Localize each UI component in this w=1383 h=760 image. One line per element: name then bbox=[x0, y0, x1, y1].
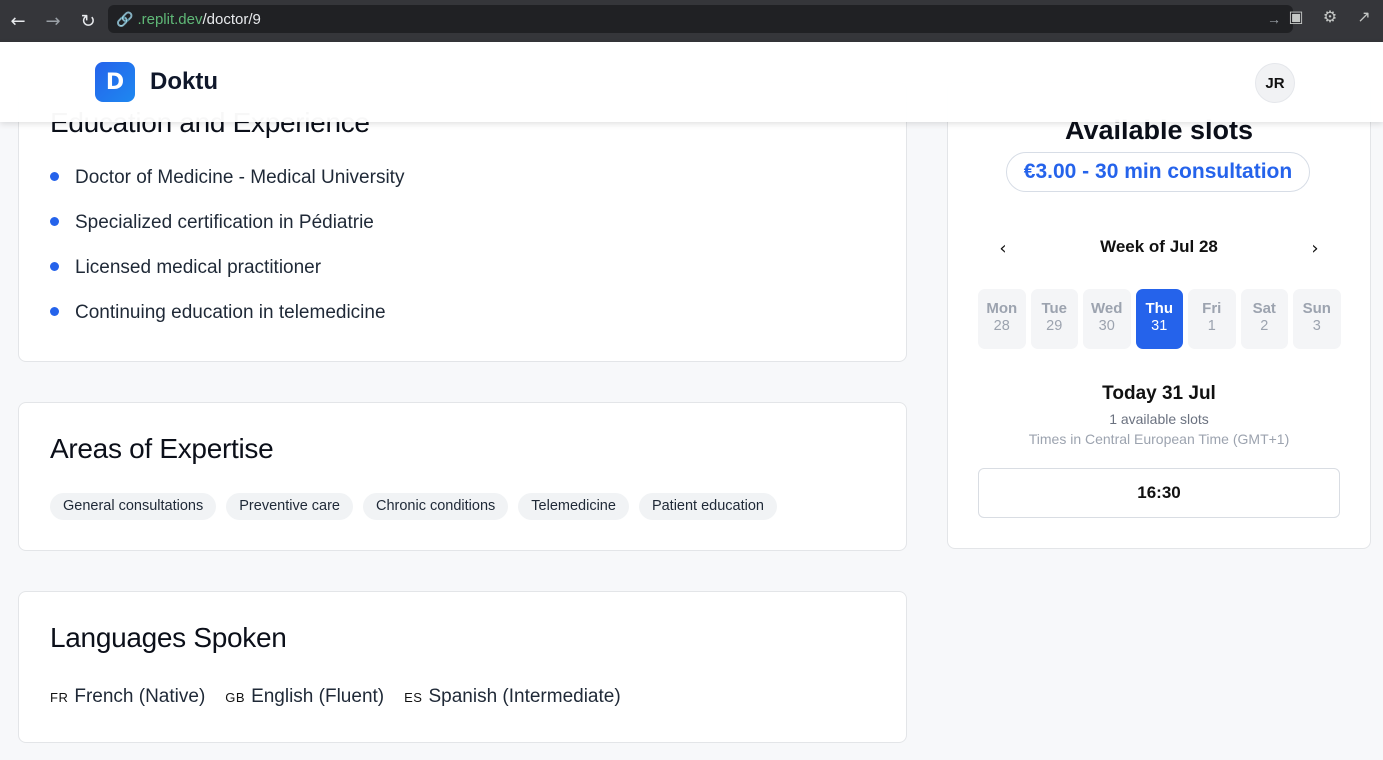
day-button[interactable]: Fri 1 bbox=[1188, 289, 1236, 349]
education-item: Doctor of Medicine - Medical University bbox=[75, 166, 405, 188]
selected-date-label: Today 31 Jul bbox=[1102, 383, 1216, 404]
day-number: 31 bbox=[1151, 318, 1168, 334]
education-item: Specialized certification in Pédiatrie bbox=[75, 211, 374, 233]
day-button[interactable]: Mon 28 bbox=[978, 289, 1026, 349]
bullet-icon bbox=[50, 306, 59, 316]
languages-title: Languages Spoken bbox=[50, 622, 287, 653]
expertise-tag: Patient education bbox=[638, 493, 777, 520]
week-label: Week of Jul 28 bbox=[1100, 237, 1218, 256]
education-list: Doctor of Medicine - Medical University … bbox=[50, 155, 404, 335]
url-path: /doctor/9 bbox=[202, 10, 261, 28]
flag-icon: FR bbox=[50, 690, 69, 705]
day-button[interactable]: Sat 2 bbox=[1240, 289, 1288, 349]
language-item: GB English (Fluent) bbox=[225, 686, 384, 708]
back-arrow-icon[interactable]: ← bbox=[1, 4, 35, 38]
language-label: English (Fluent) bbox=[251, 686, 385, 707]
expertise-tag: General consultations bbox=[50, 493, 217, 520]
chevron-right-icon[interactable]: › bbox=[1300, 233, 1330, 263]
list-item: Continuing education in telemedicine bbox=[50, 290, 404, 335]
expertise-title: Areas of Expertise bbox=[50, 433, 274, 464]
forward-arrow-icon[interactable]: → bbox=[36, 4, 70, 38]
avatar[interactable]: JR bbox=[1255, 63, 1295, 103]
language-label: Spanish (Intermediate) bbox=[428, 686, 621, 707]
list-item: Doctor of Medicine - Medical University bbox=[50, 155, 404, 200]
expertise-tag: Preventive care bbox=[226, 493, 353, 520]
flag-icon: GB bbox=[225, 690, 246, 705]
flag-icon: ES bbox=[404, 690, 423, 705]
bullet-icon bbox=[50, 216, 59, 226]
browser-toolbar: ← → ↻ 🔗 .replit.dev/doctor/9 → ▣ ⚙ ↗ bbox=[0, 0, 1383, 42]
expertise-tags: General consultations Preventive care Ch… bbox=[50, 493, 777, 520]
expertise-tag: Chronic conditions bbox=[363, 493, 509, 520]
language-item: FR French (Native) bbox=[50, 686, 205, 708]
expertise-card: Areas of Expertise General consultations… bbox=[18, 402, 907, 551]
education-item: Continuing education in telemedicine bbox=[75, 301, 386, 323]
bullet-icon bbox=[50, 171, 59, 181]
languages-list: FR French (Native) GB English (Fluent) ES S… bbox=[50, 686, 621, 708]
list-item: Specialized certification in Pédiatrie bbox=[50, 200, 404, 245]
expertise-tag: Telemedicine bbox=[518, 493, 629, 520]
url-domain: .replit.dev bbox=[137, 10, 203, 28]
week-navigator: ‹ Week of Jul 28 › bbox=[978, 233, 1340, 263]
day-button[interactable]: Tue 29 bbox=[1030, 289, 1078, 349]
app-header: D Doktu JR bbox=[0, 42, 1383, 122]
day-button-selected[interactable]: Thu 31 bbox=[1135, 289, 1183, 349]
brand-name[interactable]: Doktu bbox=[150, 68, 218, 96]
languages-card: Languages Spoken FR French (Native) GB Eng… bbox=[18, 591, 907, 743]
bullet-icon bbox=[50, 261, 59, 271]
language-item: ES Spanish (Intermediate) bbox=[404, 686, 621, 708]
timezone-note: Times in Central European Time (GMT+1) bbox=[1028, 431, 1290, 447]
price-badge: €3.00 - 30 min consultation bbox=[1006, 152, 1310, 192]
day-button[interactable]: Sun 3 bbox=[1293, 289, 1341, 349]
link-icon: 🔗 bbox=[116, 10, 134, 27]
day-name: Wed bbox=[1091, 300, 1123, 317]
day-number: 2 bbox=[1260, 318, 1269, 334]
reload-icon[interactable]: ↻ bbox=[71, 4, 105, 38]
open-external-icon[interactable]: ↗ bbox=[1353, 7, 1375, 26]
day-number: 29 bbox=[1046, 318, 1063, 334]
day-number: 1 bbox=[1207, 318, 1216, 334]
day-name: Sat bbox=[1252, 300, 1276, 317]
go-arrow-icon[interactable]: → bbox=[1267, 11, 1281, 27]
education-item: Licensed medical practitioner bbox=[75, 256, 322, 278]
list-item: Licensed medical practitioner bbox=[50, 245, 404, 290]
day-number: 30 bbox=[1098, 318, 1115, 334]
day-number: 28 bbox=[993, 318, 1010, 334]
day-name: Thu bbox=[1145, 300, 1174, 317]
day-name: Mon bbox=[986, 300, 1018, 317]
day-name: Fri bbox=[1202, 300, 1222, 317]
day-name: Tue bbox=[1041, 300, 1068, 317]
day-name: Sun bbox=[1302, 300, 1331, 317]
day-number: 3 bbox=[1312, 318, 1321, 334]
address-bar[interactable]: 🔗 .replit.dev/doctor/9 → bbox=[108, 5, 1293, 33]
browser-extensions: ▣ ⚙ ↗ bbox=[1285, 7, 1375, 26]
time-slot-button[interactable]: 16:30 bbox=[978, 468, 1340, 518]
logo-icon[interactable]: D bbox=[95, 62, 135, 102]
wrench-icon[interactable]: ⚙ bbox=[1319, 7, 1341, 26]
available-count: 1 available slots bbox=[1109, 411, 1209, 427]
day-picker: Mon 28 Tue 29 Wed 30 Thu 31 Fri 1 Sat 2 Sun 3 bbox=[978, 289, 1341, 349]
education-card: Education and Experience Doctor of Medic… bbox=[18, 82, 907, 362]
day-button[interactable]: Wed 30 bbox=[1083, 289, 1131, 349]
slots-card: Available slots €3.00 - 30 min consultat… bbox=[947, 82, 1371, 549]
language-label: French (Native) bbox=[74, 686, 206, 707]
cast-icon[interactable]: ▣ bbox=[1285, 7, 1307, 26]
